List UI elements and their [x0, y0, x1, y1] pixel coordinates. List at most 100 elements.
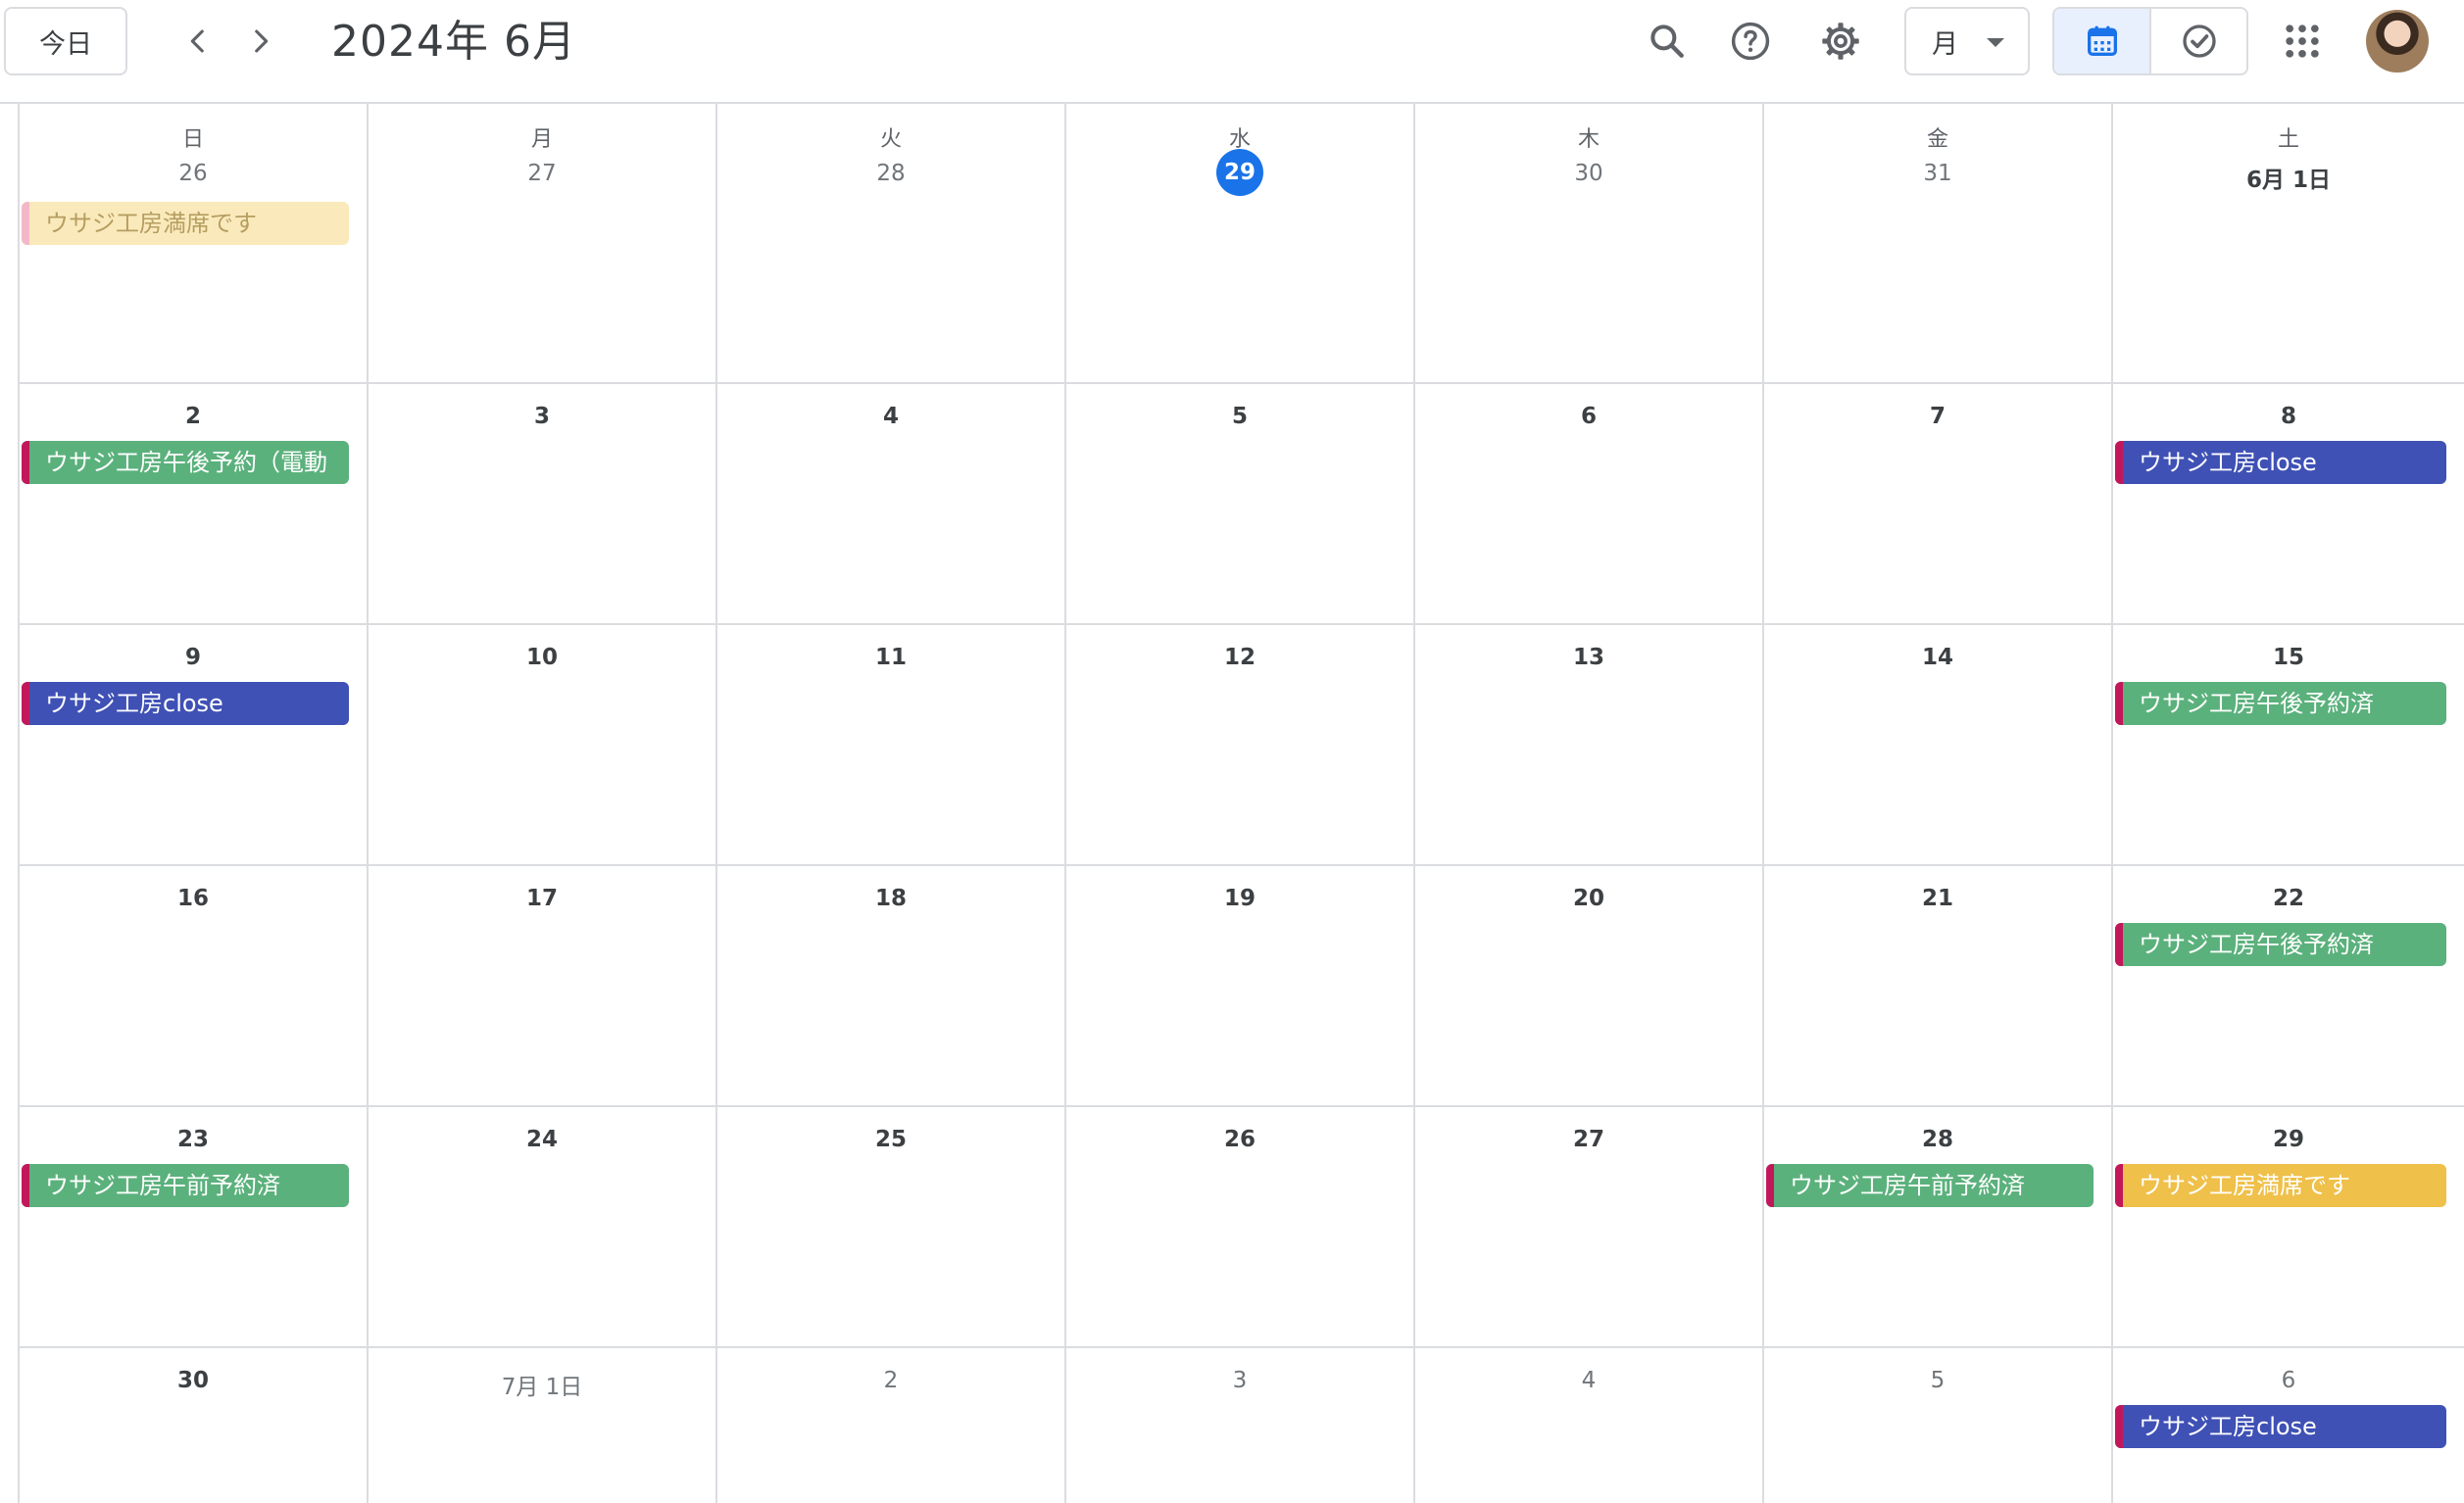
date-number[interactable]: 6 [2113, 1368, 2464, 1393]
tasks-view-button[interactable] [2151, 9, 2246, 73]
day-cell[interactable]: 7 [1764, 384, 2113, 623]
event-chip[interactable]: ウサジ工房close [2115, 1405, 2446, 1448]
day-cell[interactable]: 29 ウサジ工房満席です [2113, 1107, 2464, 1346]
event-chip[interactable]: ウサジ工房close [2115, 441, 2446, 484]
date-number[interactable]: 4 [717, 404, 1064, 429]
day-cell[interactable]: 16 [20, 866, 369, 1105]
date-number[interactable]: 19 [1066, 886, 1413, 911]
event-chip[interactable]: ウサジ工房午後予約済 [2115, 923, 2446, 966]
day-cell[interactable]: 27 [1415, 1107, 1764, 1346]
day-cell[interactable]: 12 [1066, 625, 1415, 864]
date-number[interactable]: 22 [2113, 886, 2464, 911]
event-chip[interactable]: ウサジ工房午後予約（電動 [22, 441, 349, 484]
event-chip[interactable]: ウサジ工房close [22, 682, 349, 725]
day-cell[interactable]: 23 ウサジ工房午前予約済 [20, 1107, 369, 1346]
next-month-button[interactable] [231, 12, 290, 71]
account-avatar[interactable] [2366, 10, 2429, 73]
date-number[interactable]: 17 [369, 886, 715, 911]
date-number[interactable]: 30 [1415, 161, 1762, 186]
date-number[interactable]: 11 [717, 645, 1064, 670]
day-cell[interactable]: 10 [369, 625, 717, 864]
date-number[interactable]: 20 [1415, 886, 1762, 911]
calendar-view-button[interactable] [2054, 9, 2151, 73]
event-chip[interactable]: ウサジ工房午前予約済 [22, 1164, 349, 1207]
date-number[interactable]: 5 [1764, 1368, 2111, 1393]
date-number[interactable]: 27 [369, 161, 715, 186]
day-cell[interactable]: 6 ウサジ工房close [2113, 1348, 2464, 1503]
day-cell[interactable]: 11 [717, 625, 1066, 864]
day-cell[interactable]: 火 28 [717, 104, 1066, 382]
date-number[interactable]: 12 [1066, 645, 1413, 670]
day-cell[interactable]: 3 [369, 384, 717, 623]
date-number[interactable]: 30 [20, 1368, 367, 1393]
day-cell[interactable]: 金 31 [1764, 104, 2113, 382]
date-number[interactable]: 13 [1415, 645, 1762, 670]
help-button[interactable] [1720, 11, 1781, 72]
day-cell[interactable]: 13 [1415, 625, 1764, 864]
date-number[interactable]: 14 [1764, 645, 2111, 670]
day-cell[interactable]: 7月 1日 [369, 1348, 717, 1503]
date-number[interactable]: 27 [1415, 1127, 1762, 1152]
today-button[interactable]: 今日 [4, 7, 127, 75]
day-cell[interactable]: 8 ウサジ工房close [2113, 384, 2464, 623]
date-number[interactable]: 26 [1066, 1127, 1413, 1152]
view-selector[interactable]: 月 [1904, 7, 2030, 75]
date-number[interactable]: 28 [717, 161, 1064, 186]
day-cell[interactable]: 水 29 [1066, 104, 1415, 382]
day-cell[interactable]: 5 [1066, 384, 1415, 623]
day-cell[interactable]: 2 [717, 1348, 1066, 1503]
day-cell[interactable]: 日 26 ウサジ工房満席です [20, 104, 369, 382]
day-cell[interactable]: 18 [717, 866, 1066, 1105]
today-date-number[interactable]: 29 [1066, 149, 1413, 196]
event-chip[interactable]: ウサジ工房満席です [2115, 1164, 2446, 1207]
day-cell[interactable]: 30 [20, 1348, 369, 1503]
date-number[interactable]: 18 [717, 886, 1064, 911]
date-number[interactable]: 15 [2113, 645, 2464, 670]
date-number[interactable]: 2 [717, 1368, 1064, 1393]
day-cell[interactable]: 28 ウサジ工房午前予約済 [1764, 1107, 2113, 1346]
date-number[interactable]: 21 [1764, 886, 2111, 911]
day-cell[interactable]: 25 [717, 1107, 1066, 1346]
day-cell[interactable]: 5 [1764, 1348, 2113, 1503]
settings-button[interactable] [1810, 11, 1871, 72]
date-number[interactable]: 6月 1日 [2113, 161, 2464, 194]
day-cell[interactable]: 4 [717, 384, 1066, 623]
day-cell[interactable]: 20 [1415, 866, 1764, 1105]
event-chip[interactable]: ウサジ工房満席です [22, 202, 349, 245]
day-cell[interactable]: 21 [1764, 866, 2113, 1105]
day-cell[interactable]: 15 ウサジ工房午後予約済 [2113, 625, 2464, 864]
date-number[interactable]: 2 [20, 404, 367, 429]
date-number[interactable]: 7 [1764, 404, 2111, 429]
day-cell[interactable]: 17 [369, 866, 717, 1105]
google-apps-button[interactable] [2272, 11, 2333, 72]
date-number[interactable]: 26 [20, 161, 367, 186]
event-chip[interactable]: ウサジ工房午後予約済 [2115, 682, 2446, 725]
date-number[interactable]: 7月 1日 [369, 1368, 715, 1401]
day-cell[interactable]: 6 [1415, 384, 1764, 623]
previous-month-button[interactable] [169, 12, 227, 71]
day-cell[interactable]: 24 [369, 1107, 717, 1346]
date-number[interactable]: 3 [1066, 1368, 1413, 1393]
day-cell[interactable]: 月 27 [369, 104, 717, 382]
date-number[interactable]: 8 [2113, 404, 2464, 429]
day-cell[interactable]: 2 ウサジ工房午後予約（電動 [20, 384, 369, 623]
date-number[interactable]: 3 [369, 404, 715, 429]
date-number[interactable]: 28 [1764, 1127, 2111, 1152]
day-cell[interactable]: 9 ウサジ工房close [20, 625, 369, 864]
date-number[interactable]: 6 [1415, 404, 1762, 429]
date-number[interactable]: 10 [369, 645, 715, 670]
date-number[interactable]: 31 [1764, 161, 2111, 186]
date-number[interactable]: 29 [2113, 1127, 2464, 1152]
day-cell[interactable]: 3 [1066, 1348, 1415, 1503]
date-number[interactable]: 24 [369, 1127, 715, 1152]
day-cell[interactable]: 22 ウサジ工房午後予約済 [2113, 866, 2464, 1105]
day-cell[interactable]: 土 6月 1日 [2113, 104, 2464, 382]
date-number[interactable]: 16 [20, 886, 367, 911]
date-number[interactable]: 9 [20, 645, 367, 670]
search-button[interactable] [1637, 11, 1698, 72]
day-cell[interactable]: 19 [1066, 866, 1415, 1105]
date-number[interactable]: 5 [1066, 404, 1413, 429]
day-cell[interactable]: 14 [1764, 625, 2113, 864]
date-number[interactable]: 23 [20, 1127, 367, 1152]
day-cell[interactable]: 26 [1066, 1107, 1415, 1346]
